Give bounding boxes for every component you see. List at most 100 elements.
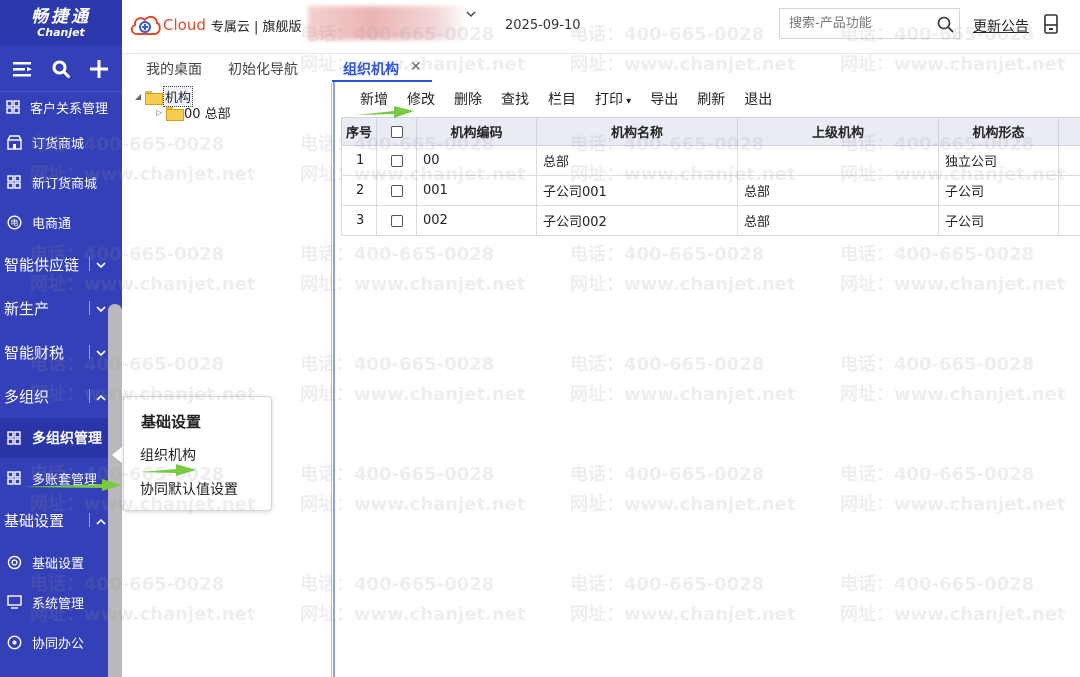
product-search <box>779 8 960 39</box>
sidebar-item-collab-office[interactable]: 协同办公 <box>0 622 108 662</box>
sidebar-group-multi-org[interactable]: 多组织 <box>0 374 108 418</box>
exit-button[interactable]: 退出 <box>744 89 772 109</box>
company-name-blurred[interactable] <box>308 6 468 40</box>
logo-cn: 畅捷通 <box>31 6 91 27</box>
apps-icon <box>6 470 22 486</box>
sidebar-item-new-order-mall[interactable]: 新订货商城 <box>0 162 108 202</box>
close-icon[interactable]: ✕ <box>410 59 422 75</box>
sidebar-item-ecommerce[interactable]: 电 电商通 <box>0 202 108 242</box>
sidebar-menu: 客户关系管理 订货商城 新订货商城 电 电商通 智能供应链 新生产 智能财税 多… <box>0 92 108 662</box>
sidebar-group-label: 智能财税 <box>4 343 65 362</box>
sidebar-item-multi-account[interactable]: 多账套管理 <box>0 458 108 498</box>
cell-name: 子公司001 <box>536 175 738 206</box>
refresh-button[interactable]: 刷新 <box>697 89 725 109</box>
logo-en: Chanjet <box>37 25 85 39</box>
col-header-name[interactable]: 机构名称 <box>536 117 738 146</box>
cell-select[interactable] <box>376 145 417 176</box>
sidebar-item-label: 系统管理 <box>32 596 85 612</box>
col-header-form[interactable]: 机构形态 <box>938 117 1059 146</box>
add-icon[interactable] <box>83 53 115 85</box>
cell-no: 1 <box>341 145 377 176</box>
sidebar-group-finance-tax[interactable]: 智能财税 <box>0 330 108 374</box>
sidebar-group-supply-chain[interactable]: 智能供应链 <box>0 242 108 286</box>
chevron-down-icon[interactable] <box>466 8 476 21</box>
col-header-code[interactable]: 机构编码 <box>416 117 537 146</box>
search-icon[interactable] <box>935 14 955 34</box>
row-checkbox[interactable] <box>390 214 403 227</box>
sidebar-group-label: 基础设置 <box>4 511 65 530</box>
sidebar-item-label: 基础设置 <box>32 556 85 572</box>
sidebar-item-basic-settings[interactable]: 基础设置 <box>0 542 108 582</box>
basic-settings-popup: 基础设置 组织机构 协同默认值设置 <box>123 396 272 511</box>
svg-text:电: 电 <box>10 217 18 227</box>
delete-button[interactable]: 删除 <box>454 89 482 109</box>
collapse-icon[interactable]: ◢ <box>135 92 145 101</box>
col-header-filler <box>1058 117 1080 146</box>
search-input[interactable] <box>789 16 929 31</box>
print-button[interactable]: 打印 ▾ <box>595 89 631 109</box>
cell-name: 总部 <box>536 145 738 176</box>
cell-no: 3 <box>341 205 377 236</box>
tab-init-nav[interactable]: 初始化导航 <box>228 59 298 79</box>
tab-my-desktop[interactable]: 我的桌面 <box>146 59 202 79</box>
col-header-select[interactable] <box>376 117 417 146</box>
cell-select[interactable] <box>376 175 417 206</box>
cell-no: 2 <box>341 175 377 206</box>
sidebar-item-label: 电商通 <box>32 216 72 232</box>
sidebar-item-label: 多账套管理 <box>32 472 98 488</box>
sidebar-item-label: 协同办公 <box>32 636 85 652</box>
chanjet-logo[interactable]: 畅捷通 Chanjet <box>0 0 122 46</box>
sidebar-item-multi-org-management[interactable]: 多组织管理 <box>0 418 108 458</box>
sidebar: 畅捷通 Chanjet 客户关系管理 订货商城 新订货商城 电 电商通 智能供应… <box>0 0 122 677</box>
current-date: 2025-09-10 <box>505 18 581 33</box>
cell-form: 独立公司 <box>938 145 1059 176</box>
chevron-down-icon <box>96 255 106 273</box>
sidebar-item-crm[interactable]: 客户关系管理 <box>0 92 108 122</box>
edit-button[interactable]: 修改 <box>407 89 435 109</box>
add-button[interactable]: 新增 <box>360 89 388 109</box>
sidebar-item-system-management[interactable]: 系统管理 <box>0 582 108 622</box>
popup-item-org-structure[interactable]: 组织机构 <box>140 445 196 465</box>
row-checkbox[interactable] <box>390 154 403 167</box>
org-tree-panel: ◢ 机构 ▷ 00 总部 <box>122 82 332 677</box>
search-icon[interactable] <box>45 53 77 85</box>
cell-code: 001 <box>416 175 537 206</box>
cell-form: 子公司 <box>938 205 1059 236</box>
update-notice-link[interactable]: 更新公告 <box>973 16 1029 36</box>
cell-name: 子公司002 <box>536 205 738 236</box>
row-checkbox[interactable] <box>390 184 403 197</box>
popup-pointer <box>112 446 123 464</box>
sidebar-group-new-production[interactable]: 新生产 <box>0 286 108 330</box>
apps-icon <box>6 99 20 115</box>
sidebar-item-order-mall[interactable]: 订货商城 <box>0 122 108 162</box>
sidebar-group-basic-settings[interactable]: 基础设置 <box>0 498 108 542</box>
tree-node-hq[interactable]: ▷ 00 总部 <box>156 103 231 122</box>
popup-item-collab-defaults[interactable]: 协同默认值设置 <box>140 479 238 499</box>
cell-code: 002 <box>416 205 537 236</box>
apps-icon <box>6 430 22 446</box>
chevron-down-icon <box>96 299 106 317</box>
brand: Cloud 专属云 | 旗舰版 <box>128 12 302 38</box>
columns-button[interactable]: 栏目 <box>548 89 576 109</box>
col-header-parent[interactable]: 上级机构 <box>737 117 939 146</box>
menu-icon[interactable] <box>7 53 39 85</box>
table-row[interactable]: 2 001 子公司001 总部 子公司 <box>341 175 1080 206</box>
export-button[interactable]: 导出 <box>650 89 678 109</box>
table-row[interactable]: 3 002 子公司002 总部 子公司 <box>341 205 1080 236</box>
col-header-no[interactable]: 序号 <box>341 117 377 146</box>
sidebar-group-label: 智能供应链 <box>4 255 80 274</box>
expand-icon[interactable]: ▷ <box>156 108 166 117</box>
top-header: Cloud 专属云 | 旗舰版 2025-09-10 更新公告 <box>122 0 1080 54</box>
device-icon[interactable] <box>1044 14 1062 34</box>
select-all-checkbox[interactable] <box>390 125 403 138</box>
sidebar-item-label: 多组织管理 <box>32 431 102 447</box>
cell-form: 子公司 <box>938 175 1059 206</box>
find-button[interactable]: 查找 <box>501 89 529 109</box>
cell-parent <box>737 145 939 176</box>
cell-select[interactable] <box>376 205 417 236</box>
table-row[interactable]: 1 00 总部 独立公司 <box>341 145 1080 176</box>
tab-org-structure[interactable]: 组织机构 <box>343 59 399 79</box>
scrollbar-thumb[interactable] <box>108 304 122 677</box>
ecommerce-icon: 电 <box>6 214 22 230</box>
sidebar-scrollbar[interactable] <box>108 92 122 677</box>
